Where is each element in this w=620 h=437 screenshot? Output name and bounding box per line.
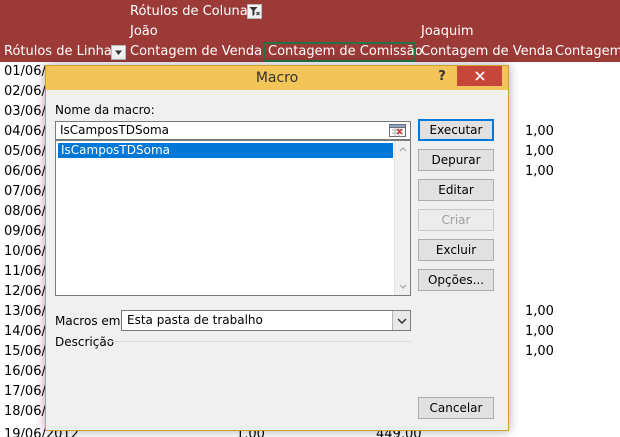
help-button[interactable]: ? [430,66,454,88]
row-label: 17/06/ [4,384,46,399]
options-button[interactable]: Opções... [418,269,494,291]
row-label: 10/06/ [4,244,46,259]
select-range-button[interactable] [388,123,407,138]
column-header[interactable]: Contagem de Venda [421,43,553,61]
cell-value: 1,00 [525,124,554,139]
range-picker-icon [389,124,406,137]
list-scrollbar[interactable] [394,141,410,295]
macro-dialog: Macro ? Nome da macro: IsCamposTDSoma Is… [45,65,509,431]
macro-name-input[interactable]: IsCamposTDSoma [55,121,411,140]
description-divider [107,341,411,342]
macro-name-label: Nome da macro: [55,103,155,117]
cell-value: 1,00 [525,344,554,359]
filter-icon [249,7,260,16]
cancel-button[interactable]: Cancelar [418,397,494,419]
row-label: 13/06/ [4,304,46,319]
row-label: 01/06/ [4,64,46,79]
scroll-down-button[interactable] [395,279,411,295]
row-label: 11/06/ [4,264,46,279]
list-item[interactable]: IsCamposTDSoma [58,143,393,158]
macros-in-select[interactable]: Esta pasta de trabalho [121,310,411,331]
chevron-down-icon [399,284,407,289]
chevron-down-icon [396,317,407,324]
column-filter-button[interactable] [247,4,262,19]
row-label: 05/06/ [4,144,46,159]
row-label: 15/06/ [4,344,46,359]
run-button[interactable]: Executar [418,119,494,141]
step-into-button[interactable]: Depurar [418,149,494,171]
active-cell[interactable] [263,42,416,62]
group-header-joaquim: Joaquim [421,24,474,39]
chevron-up-icon [399,147,407,152]
close-button[interactable] [457,66,502,86]
macros-in-label: Macros em: [55,314,125,328]
dialog-titlebar[interactable]: Macro ? [46,66,508,90]
close-icon [474,71,485,81]
row-label: 06/06/ [4,164,46,179]
cell-value: 1,00 [525,304,554,319]
edit-button[interactable]: Editar [418,179,494,201]
dropdown-arrow-icon [115,50,122,55]
macro-list[interactable]: IsCamposTDSoma [55,140,411,296]
row-label: 18/06/ [4,404,46,419]
row-filter-button[interactable] [111,45,126,60]
row-labels-header: Rótulos de Linha [4,44,112,59]
row-label: 12/06/ [4,284,46,299]
column-labels-header: Rótulos de Coluna [130,4,248,19]
description-label: Descrição [55,335,115,349]
group-header-joao: João [130,24,158,39]
row-label: 16/06/ [4,364,46,379]
scroll-up-button[interactable] [395,141,411,157]
column-header[interactable]: Contagem [555,43,620,61]
row-label: 08/06/ [4,204,46,219]
row-label: 03/06/ [4,104,46,119]
row-label: 07/06/ [4,184,46,199]
row-label: 02/06/ [4,84,46,99]
create-button[interactable]: Criar [418,209,494,231]
row-label: 09/06/ [4,224,46,239]
column-header[interactable]: Contagem de Venda [130,43,262,61]
delete-button[interactable]: Excluir [418,239,494,261]
cell-value: 1,00 [525,144,554,159]
cell-value: 1,00 [525,164,554,179]
row-label: 04/06/ [4,124,46,139]
select-dropdown-button[interactable] [392,311,410,330]
cell-value: 1,00 [525,324,554,339]
dialog-body: Nome da macro: IsCamposTDSoma IsCamposTD… [52,94,502,424]
macros-in-value: Esta pasta de trabalho [127,313,263,327]
row-label: 14/06/ [4,324,46,339]
